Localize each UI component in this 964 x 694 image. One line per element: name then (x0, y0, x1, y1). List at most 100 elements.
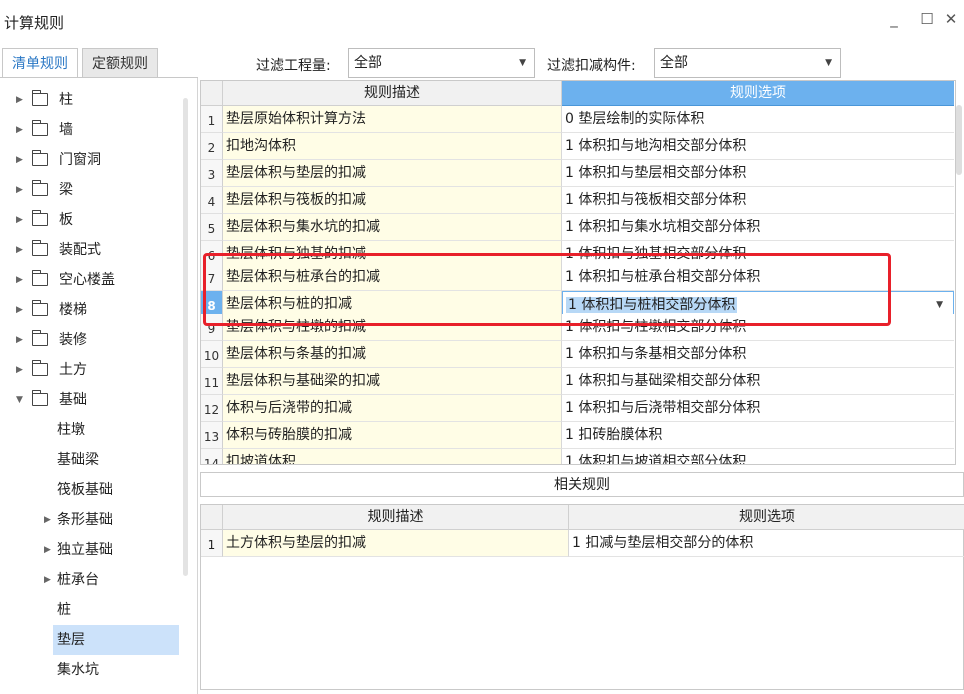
tree-item-cushion[interactable]: 垫层 (53, 625, 179, 655)
chevron-right-icon[interactable]: ▶ (16, 205, 23, 235)
component-tree: ▶ 柱 ▶ 墙 ▶ 门窗洞 ▶ 梁 ▶ 板 ▶ 装配式 ▶ 空心楼盖 ▶ 楼梯 … (0, 78, 198, 694)
rule-option[interactable]: 1 体积扣与垫层相交部分体积 (562, 160, 954, 187)
table-row[interactable]: 13 体积与砖胎膜的扣减 1 扣砖胎膜体积 (201, 422, 955, 449)
filter-quantity-select[interactable]: 全部 ▼ (348, 48, 535, 78)
chevron-right-icon[interactable]: ▶ (16, 235, 23, 265)
tree-item-pile-cap[interactable]: ▶ 桩承台 (0, 565, 190, 595)
chevron-right-icon[interactable]: ▶ (16, 295, 23, 325)
filter-deduct-label: 过滤扣减构件: (547, 58, 636, 74)
folder-icon (31, 390, 48, 406)
row-number: 4 (201, 187, 223, 214)
table-row[interactable]: 3 垫层体积与垫层的扣减 1 体积扣与垫层相交部分体积 (201, 160, 955, 187)
chevron-right-icon[interactable]: ▶ (44, 535, 51, 565)
rule-option[interactable]: 1 体积扣与基础梁相交部分体积 (562, 368, 954, 395)
tree-item-raft-foundation[interactable]: 筏板基础 (0, 475, 190, 505)
grid-corner (201, 505, 223, 530)
rule-option[interactable]: 1 体积扣与集水坑相交部分体积 (562, 214, 954, 241)
rule-option[interactable]: 1 扣减与垫层相交部分的体积 (569, 530, 964, 557)
tree-item-label: 装修 (59, 332, 87, 348)
tree-item-label: 板 (59, 212, 73, 228)
tree-item-prefab[interactable]: ▶ 装配式 (0, 235, 190, 265)
row-number: 1 (201, 106, 223, 133)
tree-item-stairs[interactable]: ▶ 楼梯 (0, 295, 190, 325)
rule-option[interactable]: 1 体积扣与坡道相交部分体积 (562, 449, 954, 464)
rule-option[interactable]: 1 体积扣与后浇带相交部分体积 (562, 395, 954, 422)
tree-item-pier[interactable]: 柱墩 (0, 415, 190, 445)
grid-scrollbar[interactable] (956, 105, 962, 175)
minimize-icon[interactable]: _ (884, 10, 904, 28)
chevron-down-icon[interactable]: ▼ (16, 385, 23, 415)
chevron-right-icon[interactable]: ▶ (16, 325, 23, 355)
table-row[interactable]: 10 垫层体积与条基的扣减 1 体积扣与条基相交部分体积 (201, 341, 955, 368)
rule-option[interactable]: 1 体积扣与地沟相交部分体积 (562, 133, 954, 160)
row-number: 1 (201, 530, 223, 557)
column-header-option[interactable]: 规则选项 (562, 81, 954, 106)
folder-icon (31, 240, 48, 256)
rule-option[interactable]: 1 体积扣与条基相交部分体积 (562, 341, 954, 368)
chevron-right-icon[interactable]: ▶ (16, 355, 23, 385)
chevron-right-icon[interactable]: ▶ (16, 85, 23, 115)
rule-option[interactable]: 0 垫层绘制的实际体积 (562, 106, 954, 133)
tree-item-label: 门窗洞 (59, 152, 101, 168)
tab-list-rules[interactable]: 清单规则 (2, 48, 78, 78)
tree-item-foundation[interactable]: ▼ 基础 (0, 385, 190, 415)
tree-item-hollow-floor[interactable]: ▶ 空心楼盖 (0, 265, 190, 295)
table-row[interactable]: 12 体积与后浇带的扣减 1 体积扣与后浇带相交部分体积 (201, 395, 955, 422)
table-row[interactable]: 2 扣地沟体积 1 体积扣与地沟相交部分体积 (201, 133, 955, 160)
filter-deduct-value: 全部 (660, 55, 688, 71)
tree-item-label: 梁 (59, 182, 73, 198)
table-row[interactable]: 5 垫层体积与集水坑的扣减 1 体积扣与集水坑相交部分体积 (201, 214, 955, 241)
tree-item-wall[interactable]: ▶ 墙 (0, 115, 190, 145)
column-header-option[interactable]: 规则选项 (569, 505, 964, 530)
tree-item-label: 桩 (57, 602, 71, 618)
tree-item-beam[interactable]: ▶ 梁 (0, 175, 190, 205)
tree-item-isolated-foundation[interactable]: ▶ 独立基础 (0, 535, 190, 565)
folder-icon (31, 360, 48, 376)
tree-item-column[interactable]: ▶ 柱 (0, 85, 190, 115)
chevron-right-icon[interactable]: ▶ (44, 505, 51, 535)
chevron-right-icon[interactable]: ▶ (44, 565, 51, 595)
tree-item-label: 柱墩 (57, 422, 85, 438)
tree-item-label: 基础 (59, 392, 87, 408)
chevron-right-icon[interactable]: ▶ (16, 265, 23, 295)
rule-description: 体积与砖胎膜的扣减 (223, 422, 562, 449)
rule-description: 垫层体积与集水坑的扣减 (223, 214, 562, 241)
chevron-right-icon[interactable]: ▶ (16, 115, 23, 145)
filter-deduct-select[interactable]: 全部 ▼ (654, 48, 841, 78)
table-row[interactable]: 14 扣坡道体积 1 体积扣与坡道相交部分体积 (201, 449, 955, 464)
close-icon[interactable]: ✕ (941, 10, 961, 28)
column-header-description[interactable]: 规则描述 (223, 505, 569, 530)
chevron-right-icon[interactable]: ▶ (16, 145, 23, 175)
tree-item-door-window[interactable]: ▶ 门窗洞 (0, 145, 190, 175)
tree-item-earthwork[interactable]: ▶ 土方 (0, 355, 190, 385)
filter-quantity-value: 全部 (354, 55, 382, 71)
related-rules-grid: 规则描述 规则选项 1 土方体积与垫层的扣减 1 扣减与垫层相交部分的体积 (200, 504, 964, 690)
tree-item-label: 基础梁 (57, 452, 99, 468)
row-number: 10 (201, 341, 223, 368)
grid-corner (201, 81, 223, 106)
table-row[interactable]: 4 垫层体积与筏板的扣减 1 体积扣与筏板相交部分体积 (201, 187, 955, 214)
row-number: 5 (201, 214, 223, 241)
tab-quota-rules[interactable]: 定额规则 (82, 48, 158, 78)
tree-item-strip-foundation[interactable]: ▶ 条形基础 (0, 505, 190, 535)
related-rules-bar[interactable]: 相关规则 (200, 472, 964, 497)
tree-item-decoration[interactable]: ▶ 装修 (0, 325, 190, 355)
column-header-description[interactable]: 规则描述 (223, 81, 562, 106)
table-row[interactable]: 1 垫层原始体积计算方法 0 垫层绘制的实际体积 (201, 106, 955, 133)
table-row[interactable]: 1 土方体积与垫层的扣减 1 扣减与垫层相交部分的体积 (201, 530, 964, 557)
tree-item-sump-pit[interactable]: 集水坑 (0, 655, 190, 685)
tree-item-pile[interactable]: 桩 (0, 595, 190, 625)
rule-description: 体积与后浇带的扣减 (223, 395, 562, 422)
folder-icon (31, 330, 48, 346)
rule-option[interactable]: 1 扣砖胎膜体积 (562, 422, 954, 449)
table-row[interactable]: 11 垫层体积与基础梁的扣减 1 体积扣与基础梁相交部分体积 (201, 368, 955, 395)
folder-icon (31, 300, 48, 316)
chevron-right-icon[interactable]: ▶ (16, 175, 23, 205)
maximize-icon[interactable]: ☐ (917, 10, 937, 28)
rule-description: 垫层体积与垫层的扣减 (223, 160, 562, 187)
tree-item-foundation-beam[interactable]: 基础梁 (0, 445, 190, 475)
rule-option[interactable]: 1 体积扣与筏板相交部分体积 (562, 187, 954, 214)
window-title: 计算规则 (4, 14, 65, 32)
tree-item-label: 柱 (59, 92, 73, 108)
tree-item-slab[interactable]: ▶ 板 (0, 205, 190, 235)
